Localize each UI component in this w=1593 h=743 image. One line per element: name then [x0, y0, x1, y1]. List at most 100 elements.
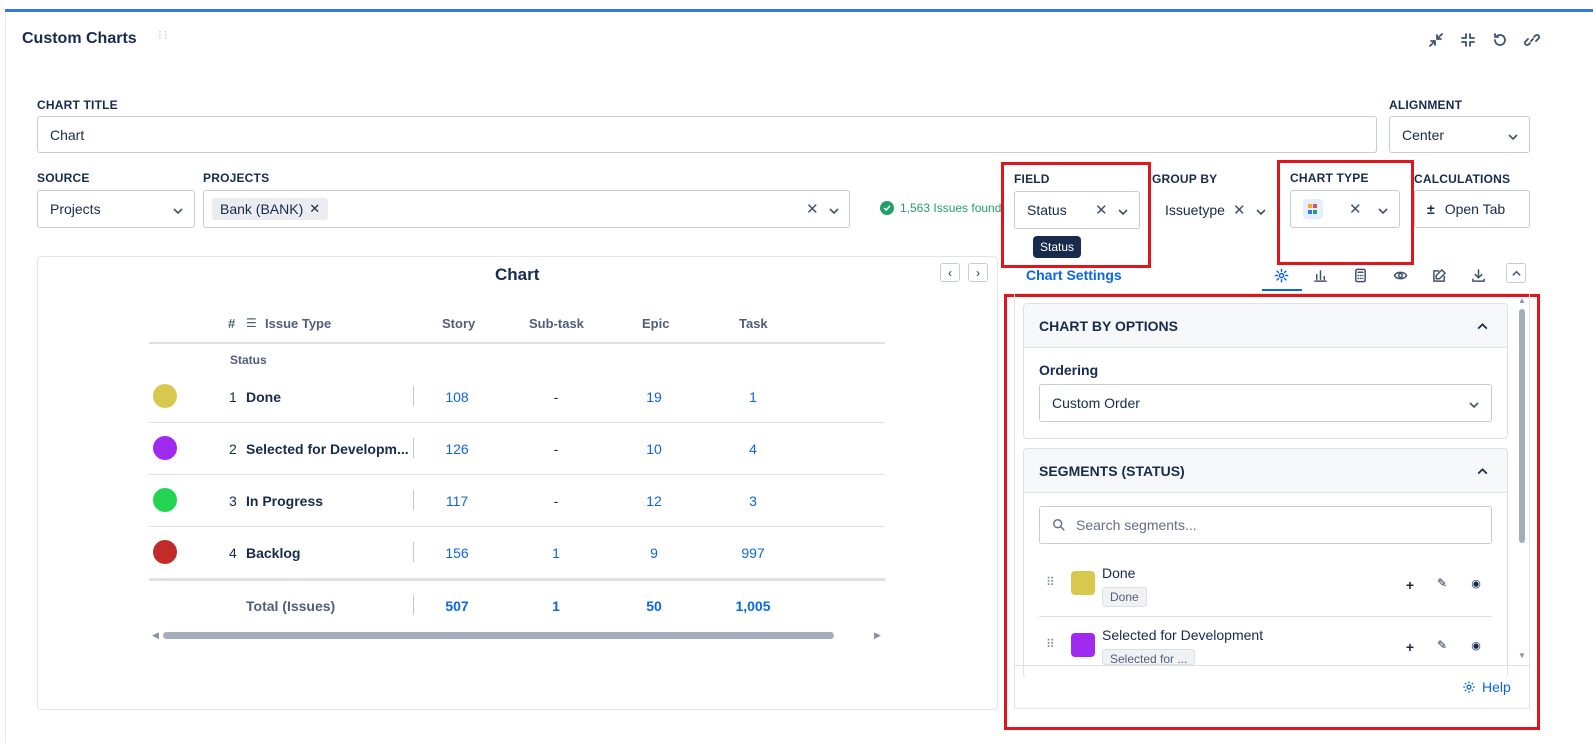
row-name: Done — [246, 389, 281, 405]
chart-title-value: Chart — [50, 126, 85, 143]
field-select[interactable]: Status ✕ — [1014, 191, 1140, 229]
chevron-down-icon — [172, 204, 183, 215]
horizontal-scrollbar[interactable] — [163, 632, 834, 639]
gear-icon[interactable] — [1272, 266, 1290, 284]
calculator-icon[interactable] — [1351, 266, 1369, 284]
source-value: Projects — [50, 201, 101, 217]
tab-chart-settings[interactable]: Chart Settings — [1026, 267, 1122, 283]
reset-icon[interactable] — [1490, 30, 1509, 49]
pencil-icon[interactable]: ✎ — [1435, 576, 1449, 590]
drag-handle-icon[interactable]: ⁝⁝ — [158, 29, 168, 50]
cell-story[interactable]: 156 — [427, 545, 487, 561]
collapse-panel-button[interactable] — [1506, 263, 1526, 283]
clear-icon[interactable]: ✕ — [806, 202, 819, 217]
next-button[interactable]: › — [968, 263, 988, 282]
col-issue-type[interactable]: Issue Type — [265, 316, 331, 331]
scroll-left-icon[interactable]: ◀ — [152, 630, 159, 641]
row-separator — [413, 490, 414, 510]
collapse-icon[interactable] — [1458, 30, 1477, 49]
row-group-label: Status — [230, 353, 267, 367]
chart-by-options-title: CHART BY OPTIONS — [1039, 317, 1178, 334]
cell-task[interactable]: 3 — [723, 493, 783, 509]
clear-icon[interactable]: ✕ — [1095, 203, 1108, 218]
row-name: Backlog — [246, 545, 301, 561]
bar-chart-icon[interactable] — [1311, 266, 1329, 284]
edit-icon[interactable] — [1430, 266, 1448, 284]
pencil-icon[interactable]: ✎ — [1435, 638, 1449, 652]
segment-divider — [1039, 616, 1492, 617]
scroll-up-icon[interactable]: ▲ — [1518, 296, 1526, 305]
chart-by-options-header[interactable]: CHART BY OPTIONS — [1024, 304, 1507, 348]
eye-icon[interactable] — [1391, 266, 1409, 284]
drag-grip-icon[interactable]: ⠿ — [1046, 638, 1055, 650]
cell-epic[interactable]: 19 — [624, 389, 684, 405]
add-icon[interactable]: + — [1403, 577, 1417, 593]
chart-title-input[interactable]: Chart — [37, 116, 1377, 153]
scroll-down-icon[interactable]: ▼ — [1518, 651, 1526, 660]
calculations-button[interactable]: ± Open Tab — [1414, 190, 1530, 228]
clear-icon[interactable]: ✕ — [1349, 202, 1362, 217]
segments-header[interactable]: SEGMENTS (STATUS) — [1024, 449, 1507, 493]
segment-color-swatch[interactable] — [1071, 571, 1095, 595]
remove-chip-icon[interactable]: ✕ — [309, 201, 320, 217]
cell-task[interactable]: 4 — [723, 441, 783, 457]
prev-button[interactable]: ‹ — [940, 263, 960, 282]
source-select[interactable]: Projects — [37, 190, 195, 228]
cell-story[interactable]: 117 — [427, 493, 487, 509]
minimize-icon[interactable] — [1426, 30, 1445, 49]
menu-icon[interactable]: ☰ — [246, 316, 257, 330]
chevron-down-icon — [1507, 130, 1518, 141]
vertical-scrollbar[interactable] — [1519, 309, 1525, 543]
cell-task[interactable]: 997 — [723, 545, 783, 561]
cell-epic[interactable]: 12 — [624, 493, 684, 509]
total-story[interactable]: 507 — [427, 598, 487, 614]
row-color-dot — [153, 384, 177, 408]
field-tooltip: Status — [1033, 236, 1082, 258]
chart-panel — [37, 256, 998, 710]
col-task[interactable]: Task — [739, 316, 768, 331]
scroll-right-icon[interactable]: ▶ — [874, 630, 881, 641]
projects-select[interactable]: Bank (BANK) ✕ ✕ — [203, 190, 850, 228]
add-icon[interactable]: + — [1403, 639, 1417, 655]
row-color-dot — [153, 436, 177, 460]
left-border — [5, 12, 6, 743]
cell-subtask: - — [553, 493, 559, 509]
row-divider — [149, 474, 885, 475]
cell-subtask: - — [553, 389, 559, 405]
total-epic[interactable]: 50 — [624, 598, 684, 614]
col-epic[interactable]: Epic — [642, 316, 669, 331]
segments-title: SEGMENTS (STATUS) — [1039, 462, 1185, 479]
cell-story[interactable]: 108 — [427, 389, 487, 405]
col-story[interactable]: Story — [442, 316, 475, 331]
row-separator — [413, 595, 414, 615]
segment-name: Done — [1102, 565, 1136, 581]
eye-icon[interactable]: ◉ — [1469, 577, 1483, 590]
segments-search-input[interactable]: Search segments... — [1039, 506, 1492, 544]
ordering-select[interactable]: Custom Order — [1039, 384, 1492, 422]
search-placeholder: Search segments... — [1076, 517, 1197, 533]
cell-epic[interactable]: 10 — [624, 441, 684, 457]
group-by-select[interactable]: Issuetype ✕ — [1152, 191, 1278, 229]
chart-type-select[interactable]: ✕ — [1290, 190, 1400, 228]
link-icon[interactable] — [1522, 30, 1541, 49]
col-subtask[interactable]: Sub-task — [529, 316, 584, 331]
cell-subtask[interactable]: 1 — [526, 545, 586, 561]
clear-icon[interactable]: ✕ — [1233, 203, 1246, 218]
cell-epic[interactable]: 9 — [624, 545, 684, 561]
col-hash: # — [228, 316, 236, 331]
alignment-select[interactable]: Center — [1389, 116, 1530, 153]
total-subtask[interactable]: 1 — [526, 598, 586, 614]
cell-subtask: - — [553, 441, 559, 457]
help-link[interactable]: Help — [1462, 679, 1511, 695]
chart-title: Chart — [495, 265, 540, 284]
drag-grip-icon[interactable]: ⠿ — [1046, 576, 1055, 588]
chart-type-label: CHART TYPE — [1290, 171, 1369, 185]
row-divider — [149, 422, 885, 423]
total-task[interactable]: 1,005 — [723, 598, 783, 614]
search-icon — [1053, 519, 1065, 531]
eye-icon[interactable]: ◉ — [1469, 639, 1483, 652]
cell-story[interactable]: 126 — [427, 441, 487, 457]
cell-task[interactable]: 1 — [723, 389, 783, 405]
segment-color-swatch[interactable] — [1071, 633, 1095, 657]
download-icon[interactable] — [1469, 266, 1487, 284]
